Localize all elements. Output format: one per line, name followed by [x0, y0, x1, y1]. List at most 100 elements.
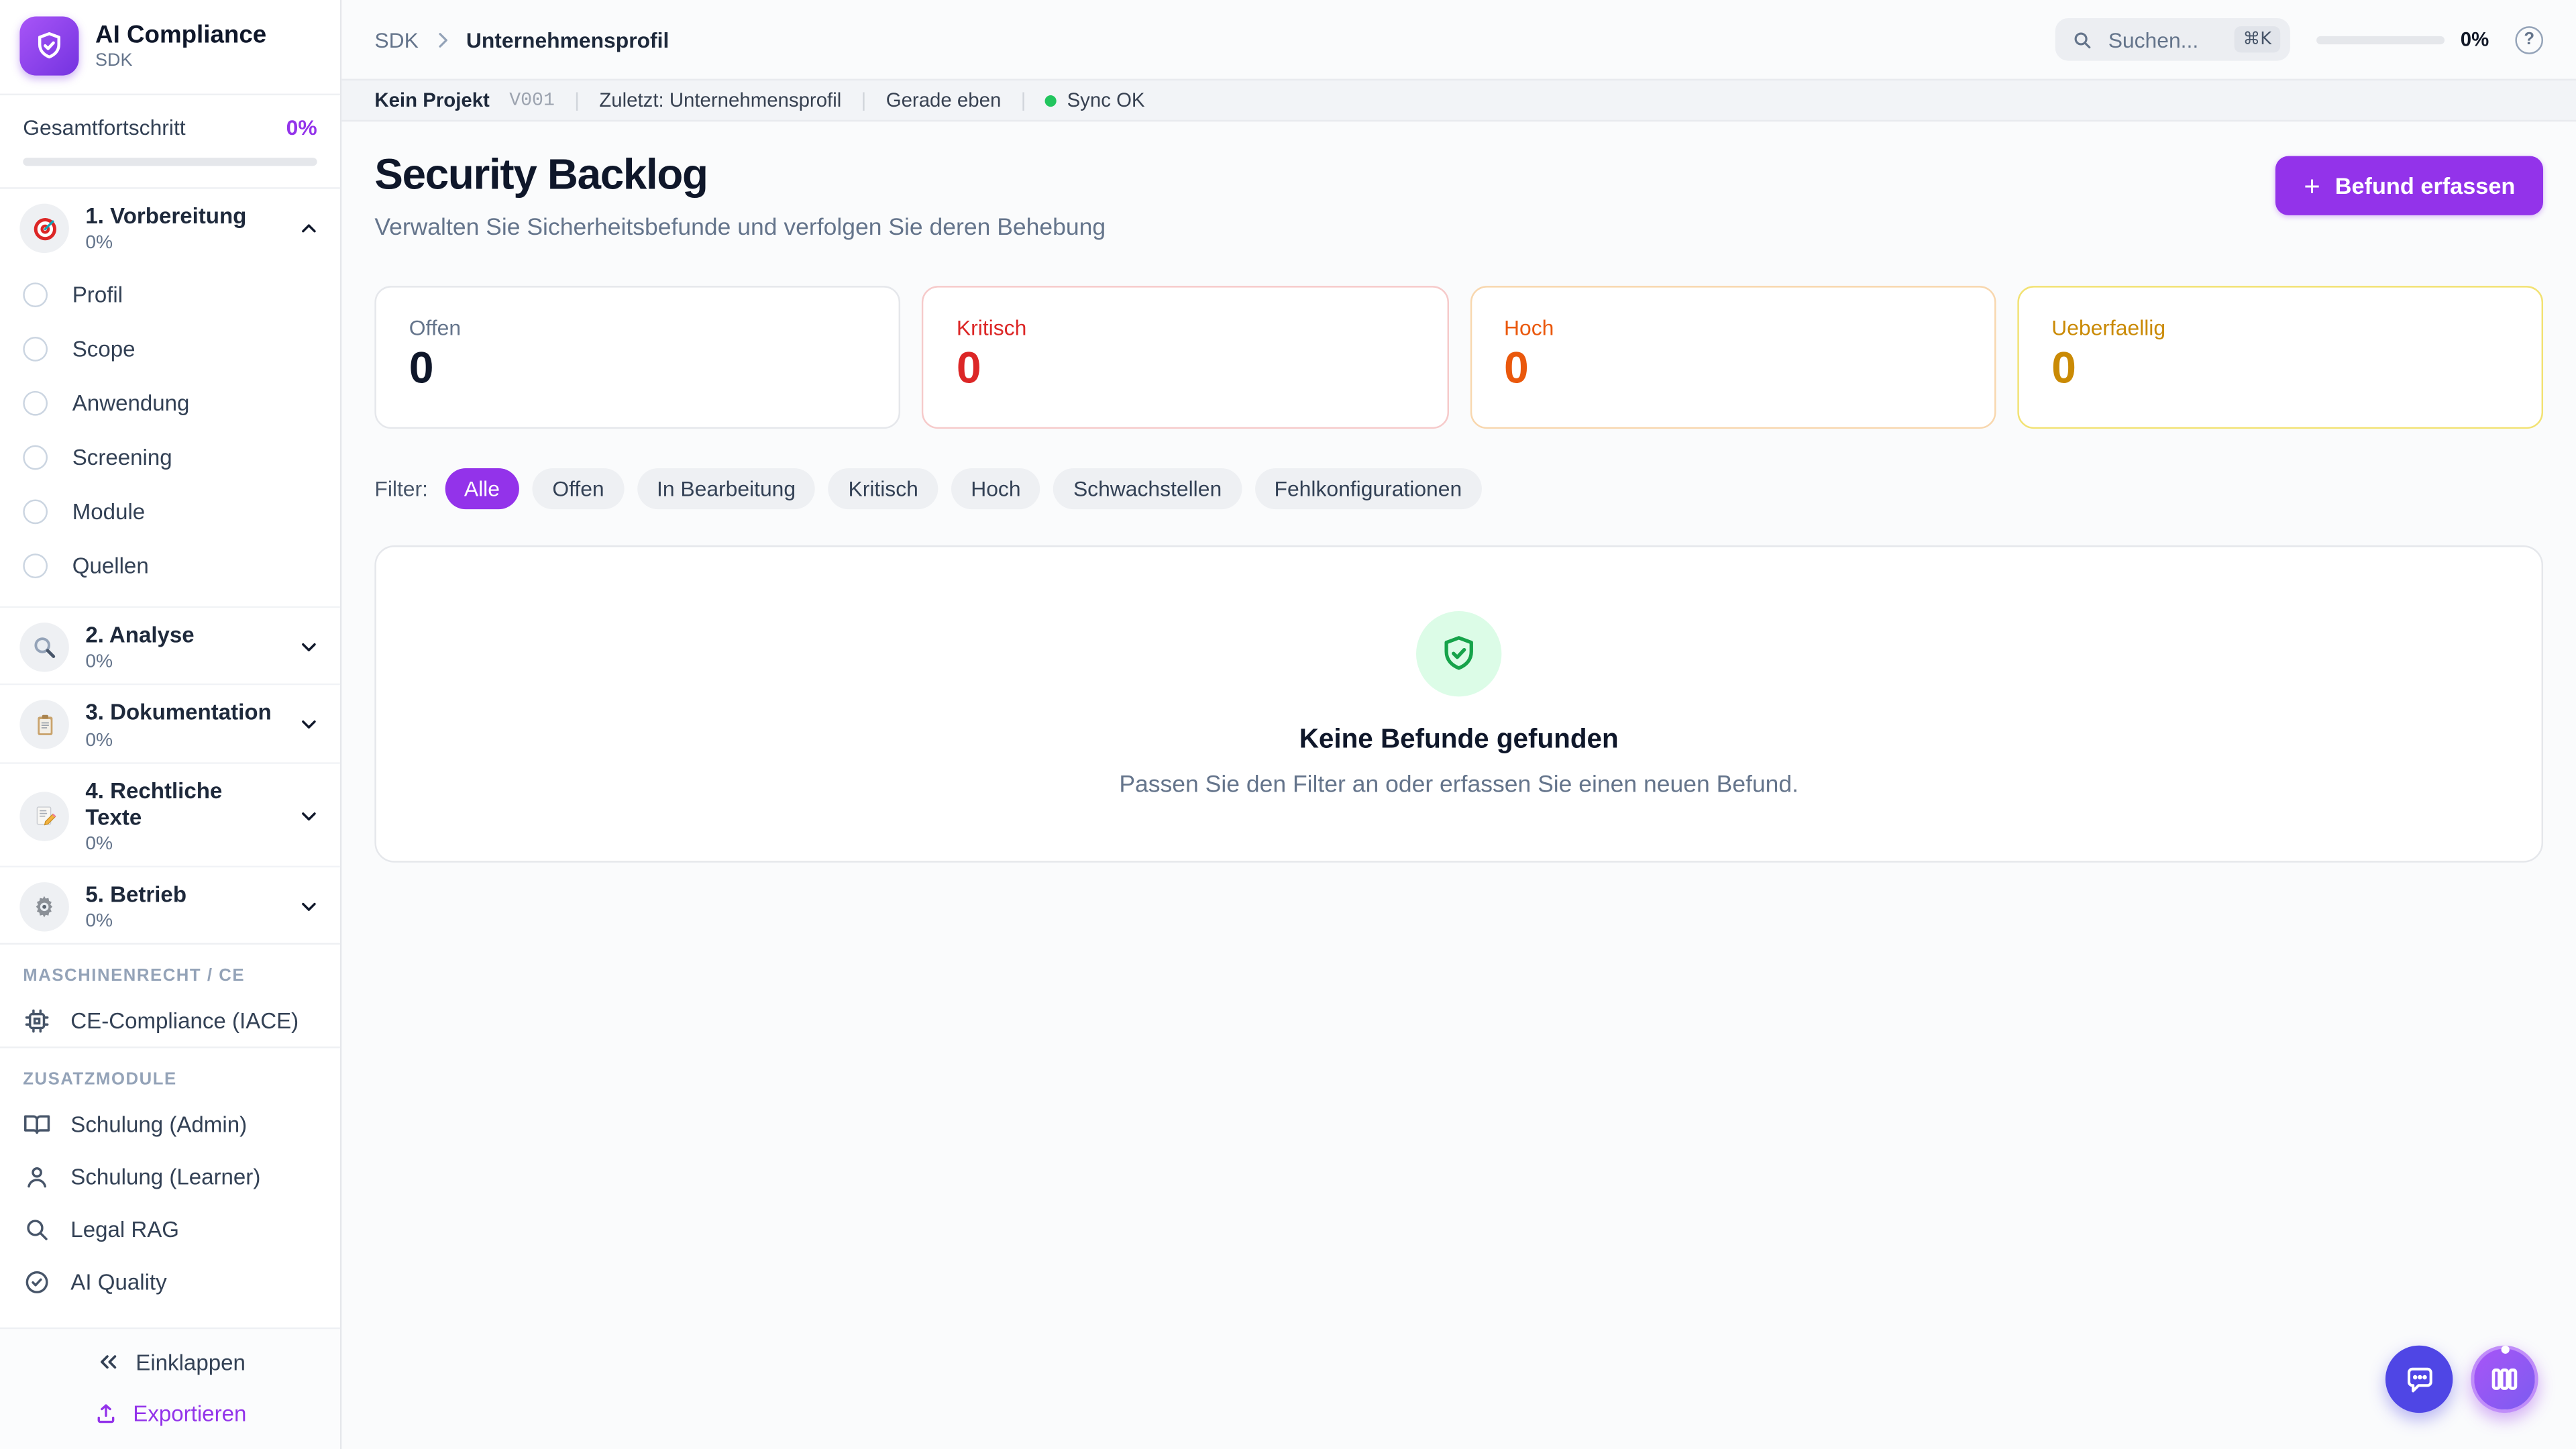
search-icon	[23, 1215, 51, 1243]
shield-check-icon	[1416, 610, 1501, 696]
phase-header-analyse[interactable]: 2. Analyse 0%	[0, 608, 340, 684]
radio-circle-icon	[23, 337, 48, 362]
overall-progress-value: 0%	[286, 115, 317, 140]
sidebar-item-module[interactable]: Module	[0, 485, 340, 539]
radio-circle-icon	[23, 554, 48, 579]
plus-icon: +	[2304, 172, 2320, 200]
sidebar-item-ai-quality[interactable]: AI Quality	[0, 1255, 340, 1307]
sidebar-item-schulung-learner[interactable]: Schulung (Learner)	[0, 1150, 340, 1203]
stat-card-hoch: Hoch 0	[1470, 286, 1996, 429]
phase-percent: 0%	[85, 653, 280, 672]
radio-circle-icon	[23, 283, 48, 308]
page-header-text: Security Backlog Verwalten Sie Sicherhei…	[374, 150, 1106, 241]
sync-ok-dot-icon	[1046, 95, 1057, 106]
filter-chip-fehlkonfigurationen[interactable]: Fehlkonfigurationen	[1254, 468, 1481, 509]
header-progress-value: 0%	[2461, 28, 2489, 51]
app-subtitle: SDK	[95, 51, 266, 70]
keyboard-shortcut-badge: ⌘K	[2235, 26, 2279, 52]
magnifier-icon	[19, 623, 68, 672]
sidebar-item-ce-compliance[interactable]: CE-Compliance (IACE)	[0, 994, 340, 1046]
cpu-icon	[23, 1006, 51, 1034]
sidebar-item-profil[interactable]: Profil	[0, 268, 340, 323]
stat-value: 0	[409, 345, 866, 394]
breadcrumb-current: Unternehmensprofil	[466, 27, 669, 52]
shield-check-icon	[19, 16, 78, 75]
filter-chip-kritisch[interactable]: Kritisch	[828, 468, 938, 509]
radio-circle-icon	[23, 391, 48, 416]
phase-label: 4. Rechtliche Texte	[85, 778, 280, 831]
chevron-down-icon	[297, 896, 320, 918]
help-icon[interactable]: ?	[2515, 25, 2543, 54]
separator: |	[1021, 89, 1026, 111]
chevron-down-icon	[297, 714, 320, 737]
sidebar-group-zusatzmodule: ZUSATZMODULE Schulung (Admin) Schulung (…	[0, 1046, 340, 1307]
sidebar-item-quellen[interactable]: Quellen	[0, 539, 340, 594]
page-subtitle: Verwalten Sie Sicherheitsbefunde und ver…	[374, 215, 1106, 241]
sidebar-item-scope[interactable]: Scope	[0, 322, 340, 376]
app-title: AI Compliance	[95, 21, 266, 50]
search-icon	[2072, 29, 2094, 50]
sidebar-phase-betrieb: 5. Betrieb 0%	[0, 865, 340, 943]
stat-card-ueberfaellig: Ueberfaellig 0	[2017, 286, 2543, 429]
app-window: AI Compliance SDK Gesamtfortschritt 0% 1…	[0, 0, 2576, 1449]
gear-icon	[19, 882, 68, 931]
person-icon	[23, 1163, 51, 1191]
topbar: SDK Unternehmensprofil ⌘K 0% ?	[341, 0, 2576, 79]
filter-chip-alle[interactable]: Alle	[444, 468, 519, 509]
group-header: MASCHINENRECHT / CE	[0, 945, 340, 994]
sidebar-item-anwendung[interactable]: Anwendung	[0, 376, 340, 431]
status-bar: Kein Projekt V001 | Zuletzt: Unternehmen…	[341, 79, 2576, 122]
app-logo-block: AI Compliance SDK	[0, 0, 340, 95]
dartboard-icon	[19, 204, 68, 253]
sidebar-phase-analyse: 2. Analyse 0%	[0, 606, 340, 684]
last-saved-text: Zuletzt: Unternehmensprofil	[599, 89, 841, 111]
sidebar-item-schulung-admin[interactable]: Schulung (Admin)	[0, 1097, 340, 1150]
header-progress-bar	[2316, 36, 2444, 44]
filter-chip-in-bearbeitung[interactable]: In Bearbeitung	[637, 468, 816, 509]
upload-icon	[94, 1401, 119, 1426]
stat-value: 0	[2051, 345, 2508, 394]
kanban-fab-button[interactable]	[2471, 1346, 2538, 1413]
filter-chip-hoch[interactable]: Hoch	[951, 468, 1040, 509]
sidebar-item-screening[interactable]: Screening	[0, 431, 340, 485]
empty-state-message: Passen Sie den Filter an oder erfassen S…	[1119, 771, 1799, 798]
phase-label: 3. Dokumentation	[85, 700, 280, 727]
sidebar: AI Compliance SDK Gesamtfortschritt 0% 1…	[0, 0, 341, 1449]
chevron-down-icon	[297, 636, 320, 659]
collapse-sidebar-button[interactable]: Einklappen	[85, 1347, 255, 1377]
phase-header-rechtliche-texte[interactable]: 4. Rechtliche Texte 0%	[0, 763, 340, 866]
sidebar-group-maschinenrecht: MASCHINENRECHT / CE CE-Compliance (IACE)	[0, 943, 340, 1046]
main-area: SDK Unternehmensprofil ⌘K 0% ? Kein Proj…	[341, 0, 2576, 1449]
check-badge-icon	[23, 1268, 51, 1296]
breadcrumb-root[interactable]: SDK	[374, 27, 418, 52]
sidebar-item-legal-rag[interactable]: Legal RAG	[0, 1203, 340, 1255]
stat-label: Kritisch	[957, 315, 1413, 340]
overall-progress-bar	[23, 158, 317, 166]
book-icon	[23, 1110, 51, 1138]
search-box[interactable]: ⌘K	[2055, 18, 2290, 61]
topbar-right: ⌘K 0% ?	[2055, 18, 2543, 61]
chat-fab-button[interactable]	[2385, 1346, 2453, 1413]
empty-state-title: Keine Befunde gefunden	[1299, 724, 1619, 755]
phase-percent: 0%	[85, 233, 280, 253]
phase-header-betrieb[interactable]: 5. Betrieb 0%	[0, 867, 340, 943]
create-finding-button[interactable]: + Befund erfassen	[2276, 156, 2543, 215]
sync-status-label: Sync OK	[1067, 89, 1145, 111]
stat-value: 0	[957, 345, 1413, 394]
search-input[interactable]	[2105, 25, 2223, 54]
stat-label: Offen	[409, 315, 866, 340]
export-button[interactable]: Exportieren	[84, 1400, 256, 1428]
phase-header-vorbereitung[interactable]: 1. Vorbereitung 0%	[0, 189, 340, 265]
page-header: Security Backlog Verwalten Sie Sicherhei…	[374, 150, 2543, 241]
stat-label: Hoch	[1504, 315, 1961, 340]
filter-chip-schwachstellen[interactable]: Schwachstellen	[1054, 468, 1242, 509]
project-name: Kein Projekt	[374, 89, 490, 111]
phase-header-dokumentation[interactable]: 3. Dokumentation 0%	[0, 686, 340, 761]
version-badge: V001	[509, 89, 555, 111]
filter-chip-offen[interactable]: Offen	[533, 468, 624, 509]
app-title-block: AI Compliance SDK	[95, 21, 266, 71]
page-content: Security Backlog Verwalten Sie Sicherhei…	[341, 121, 2576, 1449]
kanban-columns-icon	[2489, 1364, 2520, 1395]
memo-pencil-icon	[19, 792, 68, 841]
chevron-right-icon	[431, 29, 453, 50]
